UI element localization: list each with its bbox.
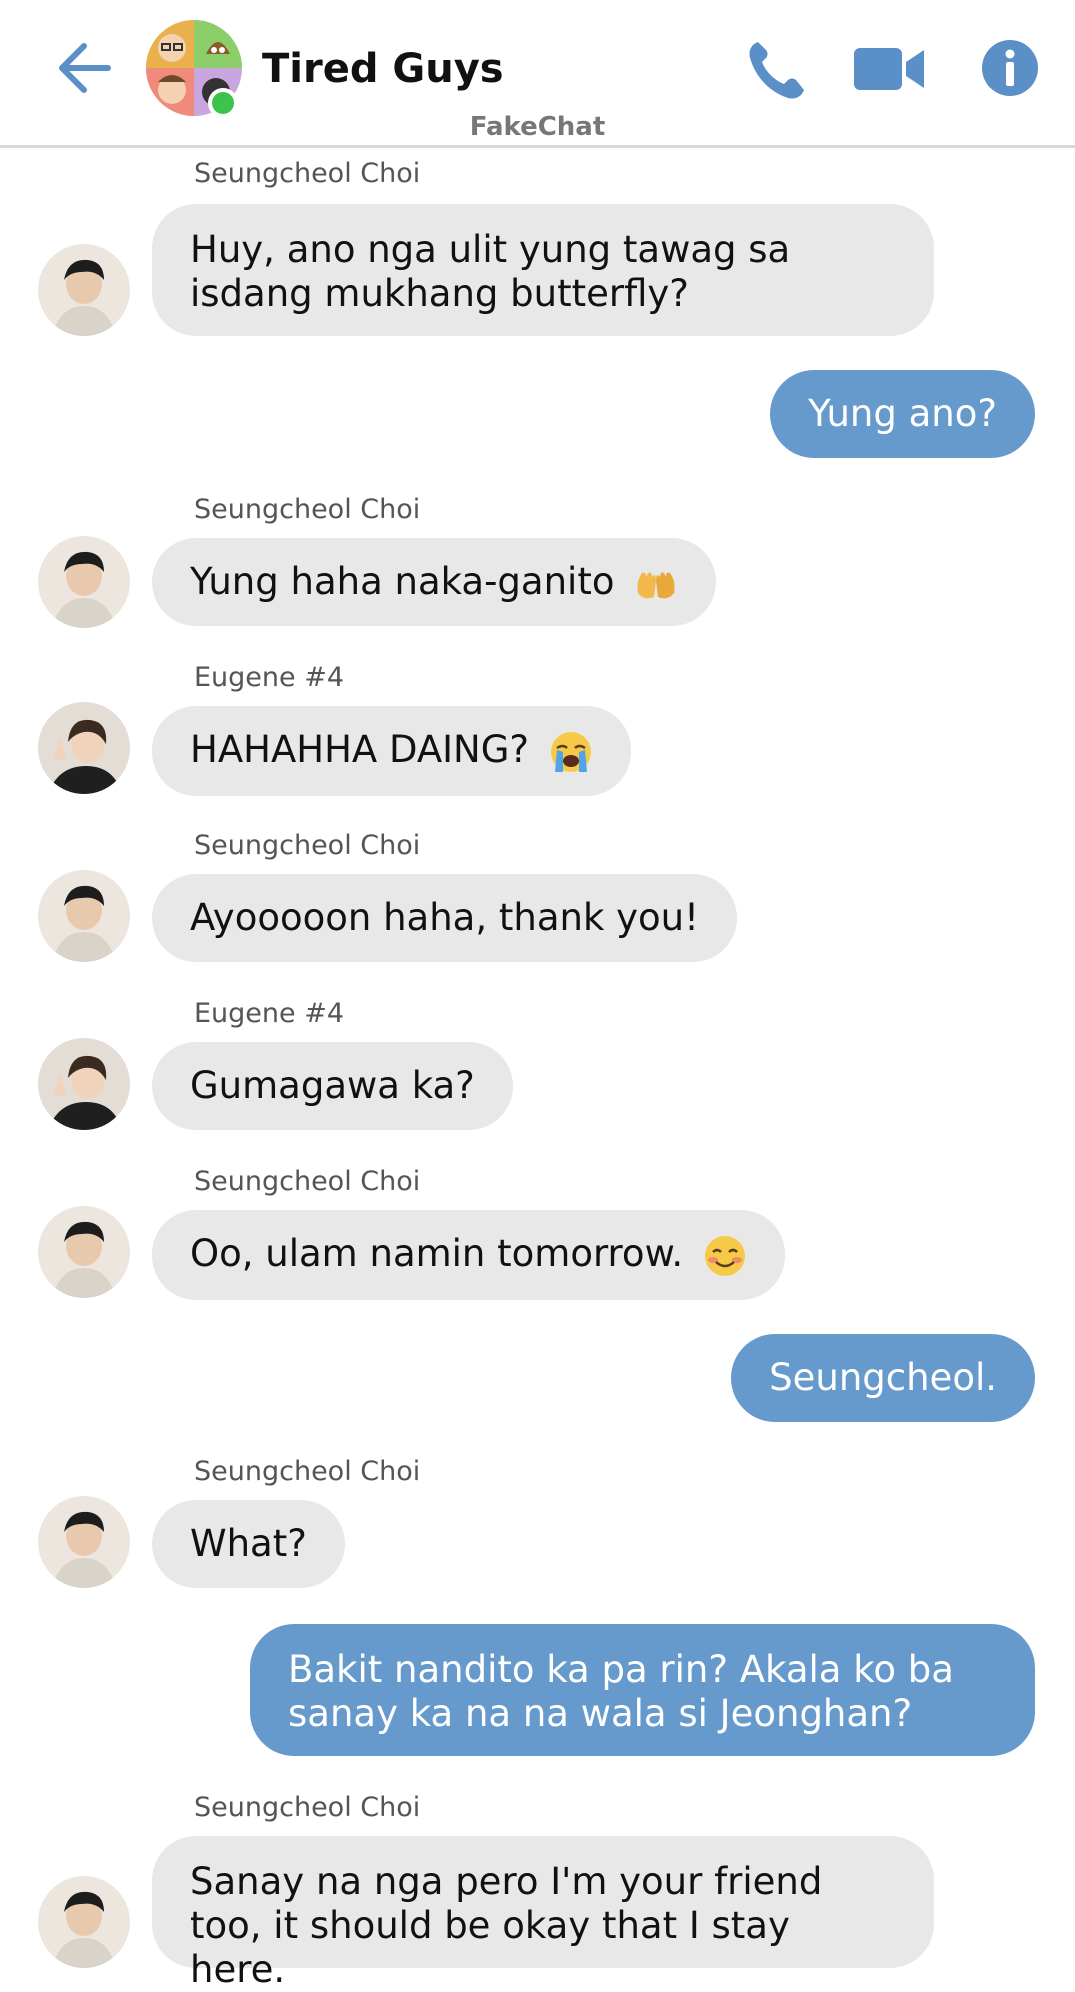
message-text: HAHAHHA DAING? bbox=[190, 728, 530, 771]
sender-name: Eugene #4 bbox=[194, 998, 345, 1029]
sender-name: Eugene #4 bbox=[194, 662, 345, 693]
chat-header: Tired Guys FakeChat bbox=[0, 0, 1075, 148]
message-text: Huy, ano nga ulit yung tawag sa isdang m… bbox=[190, 228, 791, 315]
message-bubble[interactable]: Oo, ulam namin tomorrow. bbox=[152, 1210, 785, 1300]
sender-name: Seungcheol Choi bbox=[194, 830, 421, 861]
sender-name: Seungcheol Choi bbox=[194, 1456, 421, 1487]
message-text: Gumagawa ka? bbox=[190, 1064, 475, 1107]
info-icon[interactable] bbox=[980, 38, 1040, 98]
message-bubble-outgoing[interactable]: Seungcheol. bbox=[731, 1334, 1035, 1422]
message-bubble[interactable]: Ayooooon haha, thank you! bbox=[152, 874, 737, 962]
message-bubble[interactable]: Sanay na nga pero I'm your friend too, i… bbox=[152, 1836, 934, 1991]
sender-name: Seungcheol Choi bbox=[194, 1792, 421, 1823]
open-hands-emoji-icon bbox=[637, 572, 675, 598]
sender-avatar[interactable] bbox=[38, 1206, 130, 1298]
video-call-icon[interactable] bbox=[852, 42, 926, 96]
message-text: Seungcheol. bbox=[769, 1356, 997, 1399]
message-text: Oo, ulam namin tomorrow. bbox=[190, 1232, 684, 1275]
loudly-crying-face-emoji-icon bbox=[550, 731, 591, 772]
smiling-blushing-face-emoji-icon bbox=[704, 1235, 745, 1276]
message-text: Bakit nandito ka pa rin? Akala ko ba san… bbox=[288, 1648, 954, 1735]
sender-avatar[interactable] bbox=[38, 536, 130, 628]
chat-title: Tired Guys bbox=[262, 46, 504, 92]
message-bubble-outgoing[interactable]: Yung ano? bbox=[770, 370, 1035, 458]
message-text: Yung ano? bbox=[808, 392, 997, 435]
app-watermark: FakeChat bbox=[469, 112, 606, 142]
sender-avatar[interactable] bbox=[38, 1038, 130, 1130]
back-arrow-icon[interactable] bbox=[50, 36, 114, 100]
sender-avatar[interactable] bbox=[38, 244, 130, 336]
sender-name: Seungcheol Choi bbox=[194, 1166, 421, 1197]
message-text: What? bbox=[190, 1522, 307, 1565]
message-text: Ayooooon haha, thank you! bbox=[190, 896, 699, 939]
message-text: Yung haha naka-ganito bbox=[190, 560, 615, 603]
message-bubble[interactable]: Yung haha naka-ganito bbox=[152, 538, 717, 626]
message-bubble[interactable]: Huy, ano nga ulit yung tawag sa isdang m… bbox=[152, 204, 934, 336]
sender-avatar[interactable] bbox=[38, 870, 130, 962]
sender-avatar[interactable] bbox=[38, 1496, 130, 1588]
sender-avatar[interactable] bbox=[38, 702, 130, 794]
message-bubble[interactable]: What? bbox=[152, 1500, 345, 1588]
message-text: Sanay na nga pero I'm your friend too, i… bbox=[190, 1860, 823, 1991]
sender-name: Seungcheol Choi bbox=[194, 494, 421, 525]
message-bubble[interactable]: Gumagawa ka? bbox=[152, 1042, 513, 1130]
message-bubble[interactable]: HAHAHHA DAING? bbox=[152, 706, 631, 796]
sender-name: Seungcheol Choi bbox=[194, 158, 421, 189]
sender-avatar[interactable] bbox=[38, 1876, 130, 1968]
message-bubble-outgoing[interactable]: Bakit nandito ka pa rin? Akala ko ba san… bbox=[250, 1624, 1035, 1756]
phone-call-icon[interactable] bbox=[744, 36, 810, 102]
